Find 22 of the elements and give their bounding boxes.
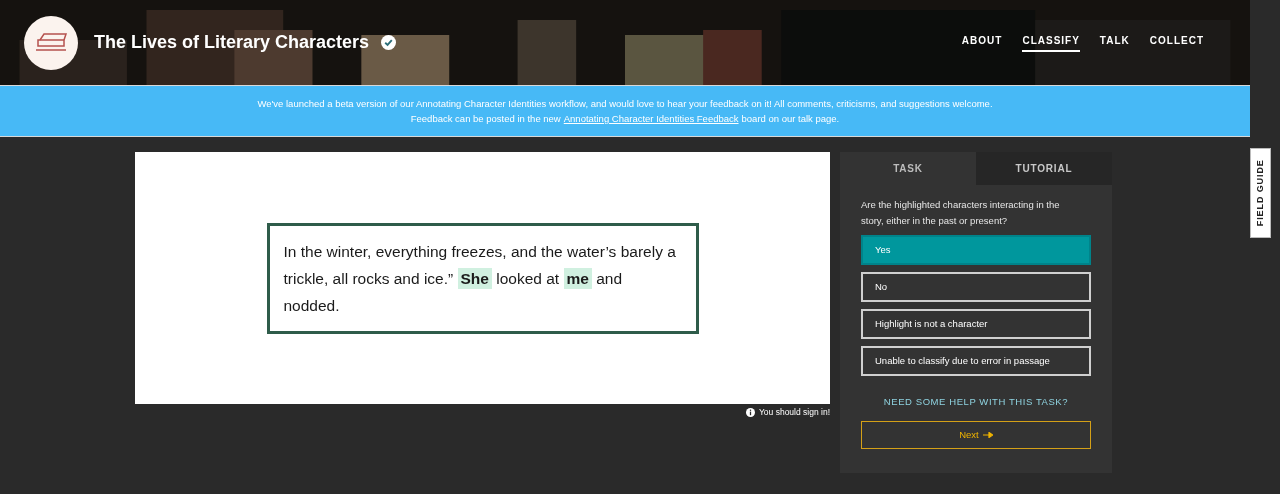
nav-link[interactable]: TALK	[1099, 33, 1130, 52]
answer-option[interactable]: Unable to classify due to error in passage	[861, 346, 1091, 376]
nav-link[interactable]: CLASSIFY	[1022, 33, 1080, 52]
banner-text: Feedback can be posted in the new	[410, 112, 561, 126]
project-title: The Lives of Literary Characters	[94, 31, 370, 54]
nav-link[interactable]: COLLECT	[1149, 33, 1204, 52]
help-link[interactable]: NEED SOME HELP WITH THIS TASK?	[883, 395, 1069, 410]
info-icon	[745, 407, 755, 417]
passage-text: In the winter, everything freezes, and the water’s barely a trickle, all rocks and ice.” She looked at me and nodded.	[266, 222, 699, 334]
banner-text: board on our talk page.	[741, 112, 840, 126]
answer-option[interactable]: Yes	[861, 235, 1091, 265]
sign-in-note: You should sign in!	[758, 406, 830, 419]
nav-link[interactable]: ABOUT	[961, 33, 1003, 52]
next-button[interactable]: Next	[861, 421, 1091, 450]
answer-option[interactable]: Highlight is not a character	[861, 309, 1091, 339]
task-question: Are the highlighted characters interacting in the story, either in the past or present?	[861, 198, 1061, 228]
panel-tab[interactable]: TUTORIAL	[976, 152, 1112, 185]
answer-option[interactable]: No	[861, 272, 1091, 302]
book-icon	[34, 31, 68, 54]
banner-text: We've launched a beta version of our Annotating Character Identities workflow, and would love to hear your feedback on it! All comments, criticisms, and suggestions welcome.	[257, 97, 993, 111]
field-guide-tab[interactable]: FIELD GUIDE	[1250, 148, 1271, 238]
arrow-right-icon	[982, 432, 993, 439]
